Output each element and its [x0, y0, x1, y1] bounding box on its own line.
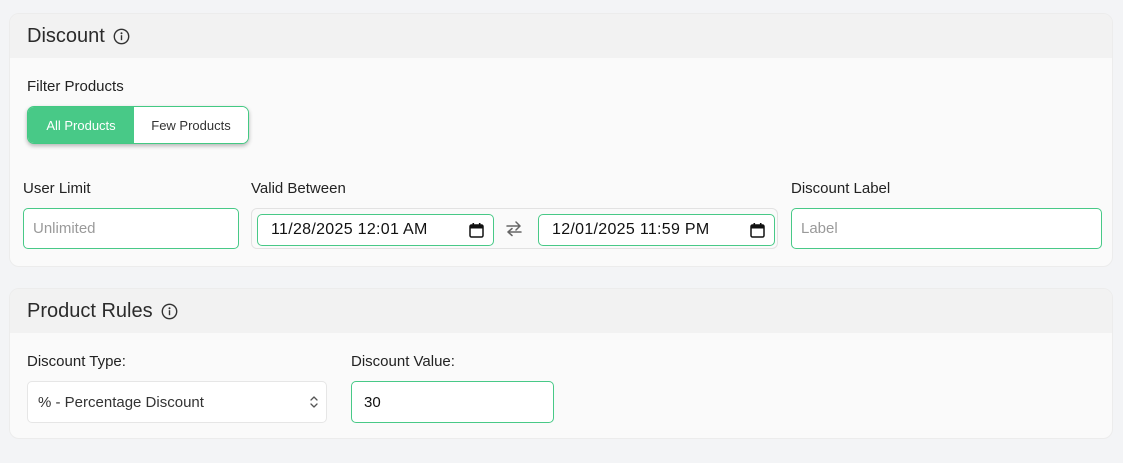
all-products-button[interactable]: All Products [28, 107, 134, 143]
discount-label-placeholder: Label [801, 220, 838, 237]
discount-card-header: Discount [10, 14, 1112, 58]
product-rules-card: Product Rules Discount Type: % - Percent… [9, 288, 1113, 439]
calendar-icon[interactable] [750, 223, 765, 243]
discount-value-text: 30 [364, 393, 381, 411]
discount-card: Discount Filter Products All Products Fe… [9, 13, 1113, 267]
info-icon[interactable] [161, 303, 178, 320]
discount-type-label: Discount Type: [27, 353, 126, 370]
discount-value-label: Discount Value: [351, 353, 455, 370]
user-limit-placeholder: Unlimited [33, 220, 96, 237]
valid-from-value: 11/28/2025 12:01 AM [271, 221, 428, 238]
discount-label-label: Discount Label [791, 180, 891, 197]
filter-products-toggle: All Products Few Products [27, 106, 249, 144]
swap-arrows-icon [504, 219, 524, 244]
user-limit-input[interactable]: Unlimited [23, 208, 239, 249]
info-icon[interactable] [113, 28, 130, 45]
valid-to-input[interactable]: 12/01/2025 11:59 PM [538, 214, 775, 246]
valid-between-label: Valid Between [251, 180, 346, 197]
few-products-button[interactable]: Few Products [134, 107, 248, 143]
valid-to-value: 12/01/2025 11:59 PM [552, 221, 710, 238]
chevron-up-down-icon [309, 394, 319, 414]
discount-title: Discount [27, 24, 105, 47]
calendar-icon[interactable] [469, 223, 484, 243]
discount-value-input[interactable]: 30 [351, 381, 554, 423]
discount-type-select[interactable]: % - Percentage Discount [27, 381, 327, 423]
product-rules-title: Product Rules [27, 299, 153, 322]
discount-label-input[interactable]: Label [791, 208, 1102, 249]
filter-products-label: Filter Products [27, 78, 124, 95]
valid-from-input[interactable]: 11/28/2025 12:01 AM [257, 214, 494, 246]
product-rules-card-header: Product Rules [10, 289, 1112, 333]
valid-between-range: 11/28/2025 12:01 AM 12/01/2025 11:59 PM [251, 208, 778, 249]
user-limit-label: User Limit [23, 180, 91, 197]
discount-type-value: % - Percentage Discount [38, 393, 204, 411]
